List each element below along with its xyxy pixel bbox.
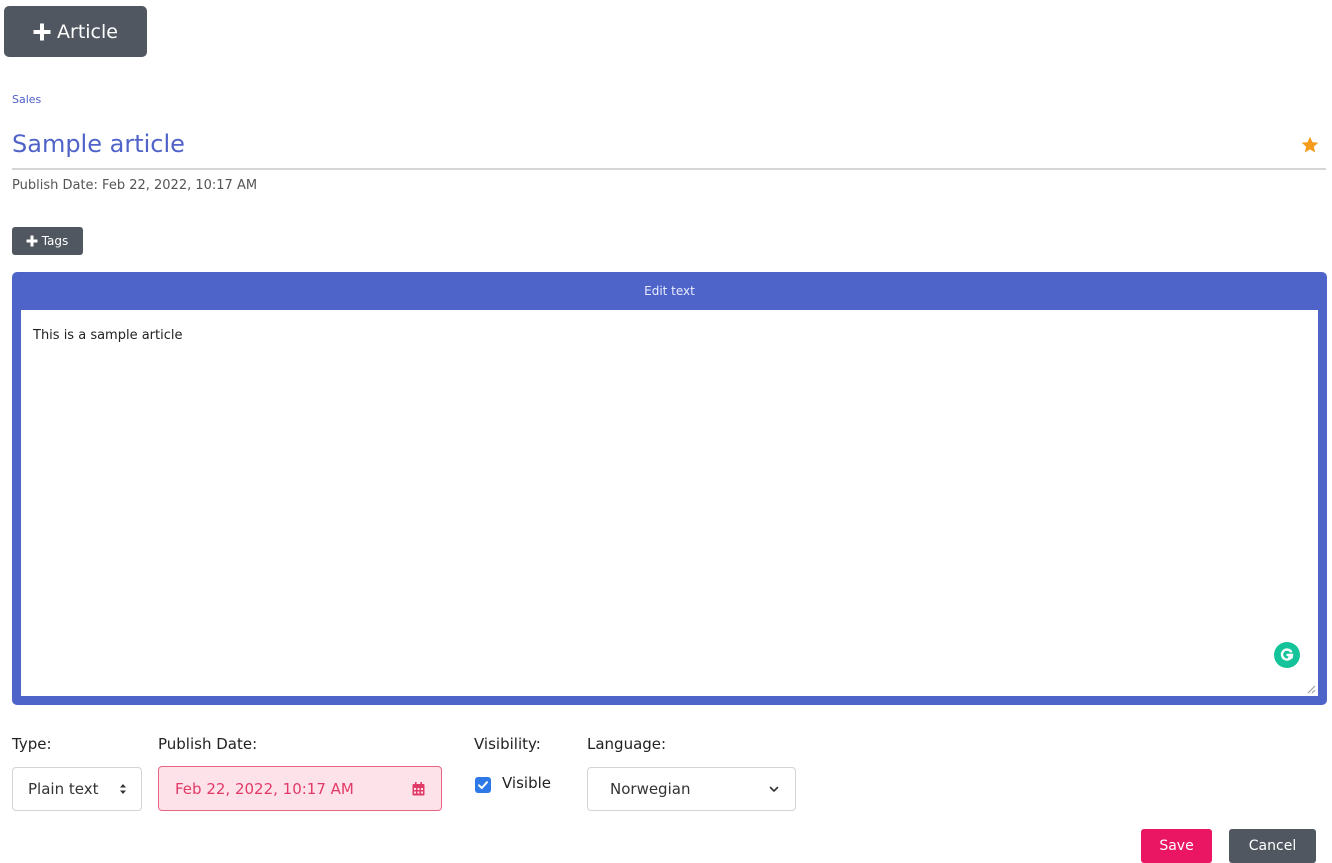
type-label: Type: — [12, 735, 52, 753]
language-label: Language: — [587, 735, 667, 753]
editor-content: This is a sample article — [33, 328, 183, 343]
plus-icon — [33, 23, 50, 40]
language-select[interactable]: Norwegian — [587, 767, 796, 811]
publish-date-value: Feb 22, 2022, 10:17 AM — [175, 779, 354, 798]
publish-date-label: Publish Date: — [158, 735, 258, 753]
language-selected-value: Norwegian — [610, 780, 691, 798]
type-selected-value: Plain text — [28, 780, 99, 798]
grammarly-g-icon — [1280, 648, 1294, 661]
visible-checkbox[interactable] — [475, 777, 491, 793]
editor-textarea[interactable]: This is a sample article — [21, 310, 1318, 696]
add-tags-button[interactable]: Tags — [12, 227, 83, 255]
calendar-icon[interactable] — [412, 782, 425, 796]
title-row: Sample article — [12, 128, 1326, 170]
chevron-down-icon — [769, 786, 779, 792]
sort-updown-icon — [120, 784, 126, 794]
add-article-label: Article — [57, 20, 118, 43]
breadcrumb[interactable]: Sales — [12, 93, 41, 106]
text-editor-panel: Edit text This is a sample article — [12, 272, 1327, 705]
editor-header: Edit text — [644, 284, 695, 298]
cancel-button[interactable]: Cancel — [1229, 829, 1316, 863]
checkmark-icon — [478, 781, 488, 789]
grammarly-icon[interactable] — [1274, 642, 1300, 668]
visible-checkbox-label[interactable]: Visible — [502, 774, 551, 792]
publish-date-input[interactable]: Feb 22, 2022, 10:17 AM — [158, 766, 442, 811]
page-title: Sample article — [12, 130, 185, 158]
add-article-button[interactable]: Article — [4, 6, 147, 57]
publish-date-meta: Publish Date: Feb 22, 2022, 10:17 AM — [12, 178, 258, 193]
star-icon[interactable] — [1300, 135, 1320, 155]
resize-handle-icon[interactable] — [1306, 684, 1316, 694]
plus-icon — [27, 236, 38, 247]
type-select[interactable]: Plain text — [12, 767, 142, 811]
visibility-label: Visibility: — [474, 735, 541, 753]
tags-label: Tags — [41, 234, 69, 248]
save-button[interactable]: Save — [1141, 829, 1212, 863]
